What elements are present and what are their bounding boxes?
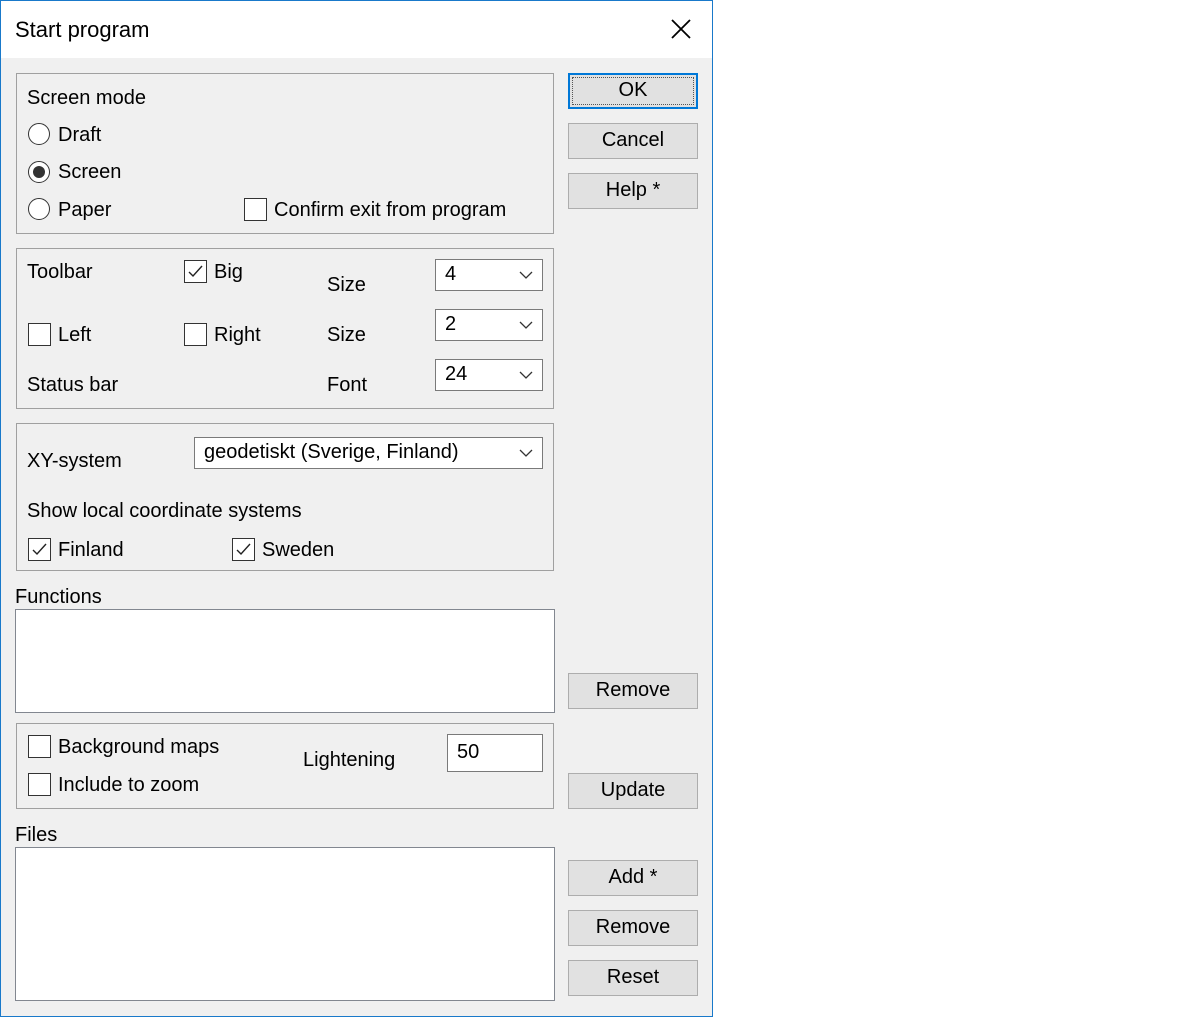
help-button[interactable]: Help * [568,173,698,209]
include-zoom-checkbox[interactable] [28,773,51,796]
toolbar-label: Toolbar [27,261,93,283]
reset-button[interactable]: Reset [568,960,698,996]
finland-label[interactable]: Finland [58,538,124,562]
radio-screen-label[interactable]: Screen [58,160,121,184]
screen-mode-label: Screen mode [27,87,146,109]
checkmark-icon [236,543,251,556]
close-icon [671,19,691,39]
dialog-title: Start program [15,17,150,42]
chevron-down-icon [519,371,533,379]
xy-system-label: XY-system [27,450,122,472]
radio-paper-label[interactable]: Paper [58,198,111,222]
xy-system-select[interactable]: geodetiskt (Sverige, Finland) [194,437,543,469]
radio-paper[interactable] [28,198,50,220]
cancel-button[interactable]: Cancel [568,123,698,159]
confirm-exit-label[interactable]: Confirm exit from program [274,198,506,222]
side-size-select[interactable]: 2 [435,309,543,341]
confirm-exit-checkbox[interactable] [244,198,267,221]
add-file-button[interactable]: Add * [568,860,698,896]
finland-checkbox[interactable] [28,538,51,561]
xy-system-value: geodetiskt (Sverige, Finland) [204,441,459,463]
right-checkbox[interactable] [184,323,207,346]
start-program-dialog: Start program Screen mode Draft Screen P… [0,0,713,1017]
update-button[interactable]: Update [568,773,698,809]
font-label: Font [327,374,368,396]
checkmark-icon [32,543,47,556]
sweden-checkbox[interactable] [232,538,255,561]
toolbar-size-select[interactable]: 4 [435,259,543,291]
title-bar: Start program [1,1,712,58]
background-maps-label[interactable]: Background maps [58,735,219,759]
left-label[interactable]: Left [58,323,91,347]
lightening-label: Lightening [303,749,396,771]
font-size-value: 24 [445,363,468,385]
chevron-down-icon [519,449,533,457]
sweden-label[interactable]: Sweden [262,538,334,562]
radio-draft-label[interactable]: Draft [58,123,101,147]
chevron-down-icon [519,321,533,329]
font-size-select[interactable]: 24 [435,359,543,391]
checkmark-icon [188,265,203,278]
radio-screen[interactable] [28,161,50,183]
big-label[interactable]: Big [214,260,243,284]
left-checkbox[interactable] [28,323,51,346]
close-button[interactable] [665,13,697,45]
lightening-value: 50 [457,741,480,763]
toolbar-size-value: 4 [445,263,457,285]
remove-function-button[interactable]: Remove [568,673,698,709]
status-bar-label: Status bar [27,374,119,396]
side-size-label: Size [327,324,366,346]
lightening-input[interactable]: 50 [447,734,543,772]
ok-button[interactable]: OK [568,73,698,109]
chevron-down-icon [519,271,533,279]
files-list[interactable] [15,847,555,1001]
files-label: Files [15,824,58,846]
right-label[interactable]: Right [214,323,261,347]
show-local-label: Show local coordinate systems [27,500,302,522]
big-checkbox[interactable] [184,260,207,283]
toolbar-size-label: Size [327,274,366,296]
include-zoom-label[interactable]: Include to zoom [58,773,199,797]
radio-draft[interactable] [28,123,50,145]
side-size-value: 2 [445,313,457,335]
functions-label: Functions [15,586,102,608]
remove-file-button[interactable]: Remove [568,910,698,946]
background-maps-checkbox[interactable] [28,735,51,758]
functions-list[interactable] [15,609,555,713]
